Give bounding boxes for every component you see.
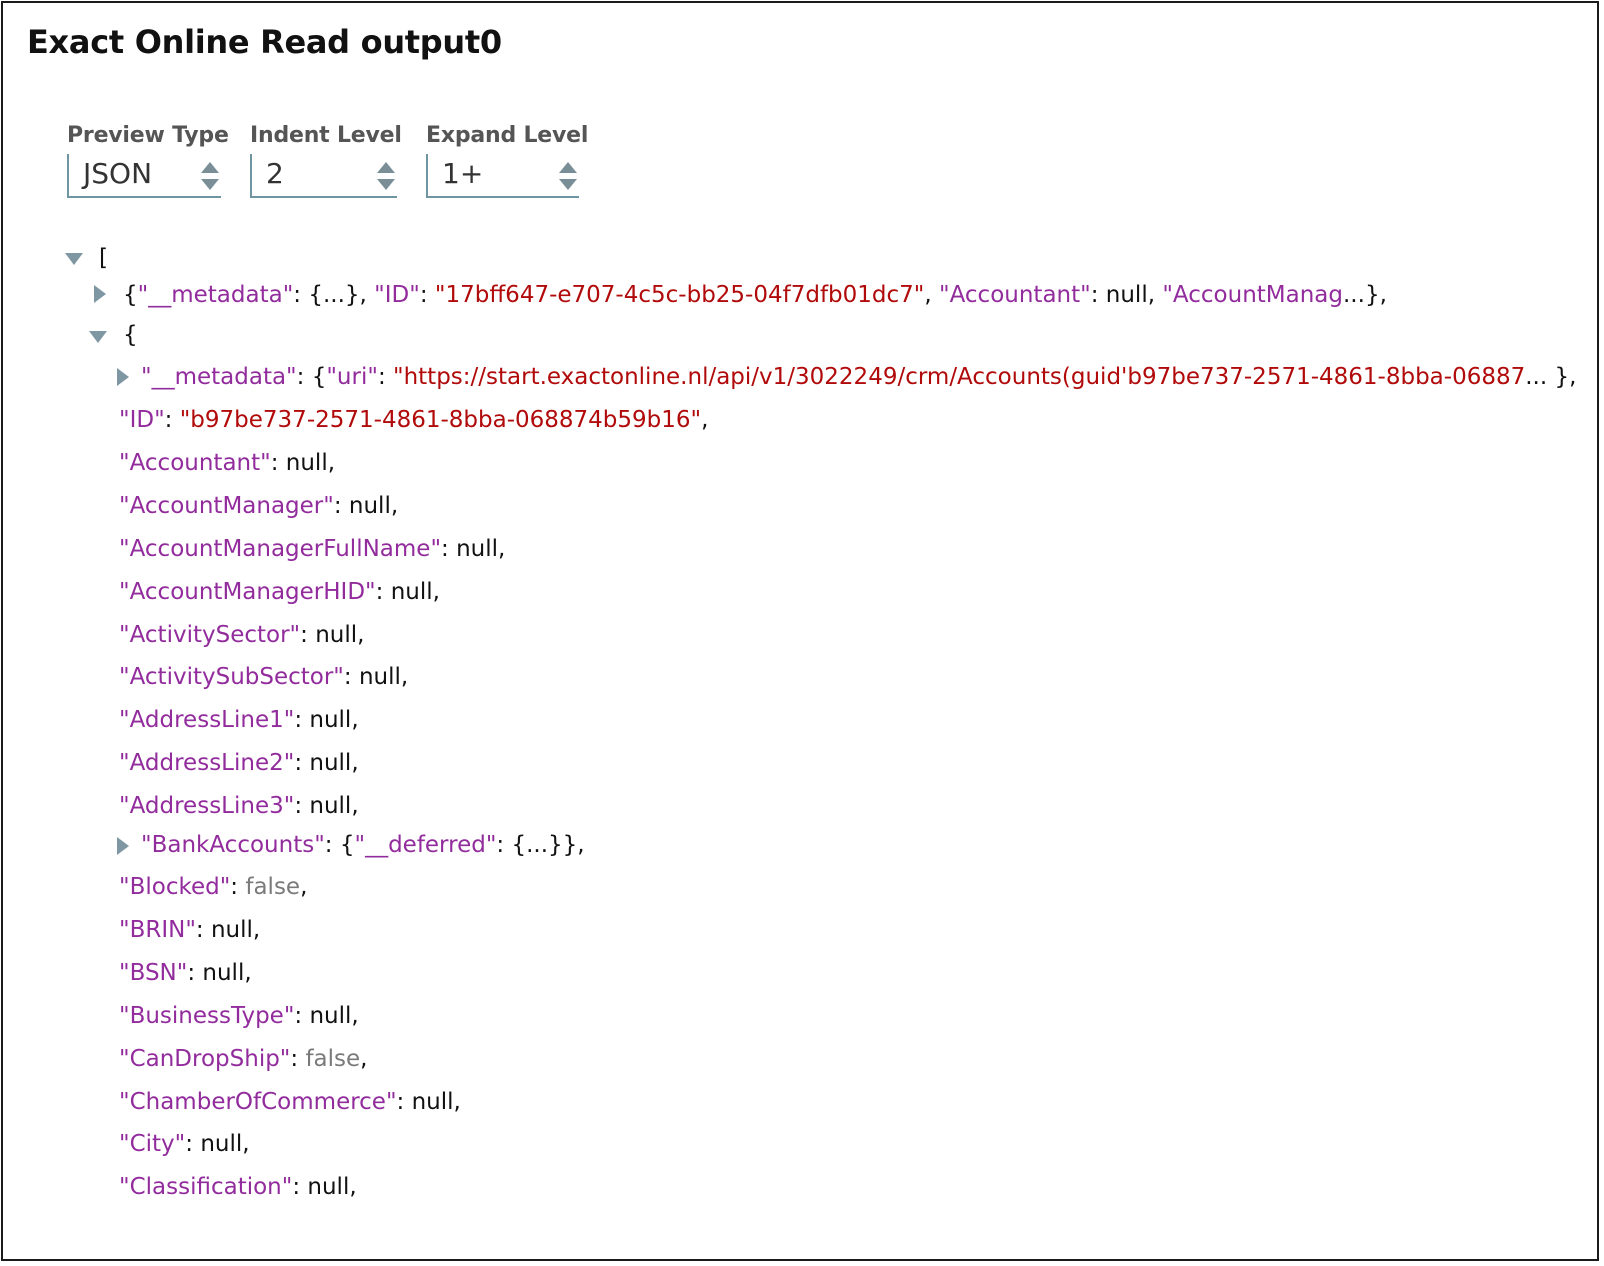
json-field-row: "BusinessType": null, xyxy=(119,1002,359,1029)
json-field-row: "AccountManager": null, xyxy=(119,492,399,519)
panel-title: Exact Online Read output0 xyxy=(27,23,502,61)
expand-toggle-icon[interactable] xyxy=(94,285,106,303)
json-field-row: "CanDropShip": false, xyxy=(119,1045,368,1072)
json-key: "BRIN" xyxy=(119,916,196,943)
json-field-row: "BRIN": null, xyxy=(119,916,261,943)
json-field-row: "AccountManagerFullName": null, xyxy=(119,535,506,562)
json-field-row: "ID": "b97be737-2571-4861-8bba-068874b59… xyxy=(119,407,709,433)
json-value: null xyxy=(456,535,499,562)
indent-level-label: Indent Level xyxy=(250,123,402,148)
json-value: null xyxy=(309,750,352,777)
json-field-row: "Blocked": false, xyxy=(119,874,308,900)
json-value: null xyxy=(411,1088,454,1115)
output-preview-panel: Exact Online Read output0 Preview Type J… xyxy=(1,1,1599,1261)
preview-type-label: Preview Type xyxy=(67,123,229,148)
indent-level-control: Indent Level 2 xyxy=(250,123,402,198)
json-value: null xyxy=(200,1131,243,1158)
json-field-row: "AccountManagerHID": null, xyxy=(119,578,440,605)
json-key: "AccountManager" xyxy=(119,492,334,519)
json-value: null xyxy=(309,1002,352,1029)
select-arrows-icon xyxy=(201,162,219,192)
expand-level-control: Expand Level 1+ xyxy=(426,123,588,198)
expand-level-value: 1+ xyxy=(442,157,484,190)
expand-level-label: Expand Level xyxy=(426,123,589,148)
json-value: null xyxy=(390,578,433,605)
expand-level-select[interactable]: 1+ xyxy=(426,154,579,198)
json-root-open: [ xyxy=(99,245,108,271)
json-field-row: "AddressLine3": null, xyxy=(119,793,359,820)
json-value: null xyxy=(358,664,401,691)
json-value: false xyxy=(305,1045,361,1072)
json-value: null xyxy=(309,793,352,820)
json-key: "ActivitySector" xyxy=(119,621,301,648)
json-field-row: "ActivitySector": null, xyxy=(119,621,365,648)
json-key: "Blocked" xyxy=(119,874,231,900)
indent-level-select[interactable]: 2 xyxy=(250,154,397,198)
preview-type-control: Preview Type JSON xyxy=(67,123,229,198)
json-field-row: "City": null, xyxy=(119,1131,250,1158)
collapse-toggle-icon[interactable] xyxy=(65,253,83,265)
json-key: "City" xyxy=(119,1131,186,1158)
json-value: null xyxy=(285,449,328,476)
json-field-row: "BSN": null, xyxy=(119,959,252,986)
json-field-row: "Classification": null, xyxy=(119,1174,357,1201)
json-value: null xyxy=(210,916,253,943)
json-bankaccounts-row: "BankAccounts": {"__deferred": {...}}, xyxy=(141,832,585,858)
json-value: null xyxy=(309,707,352,734)
json-field-row: "ActivitySubSector": null, xyxy=(119,664,409,691)
preview-type-select[interactable]: JSON xyxy=(67,154,221,198)
select-arrows-icon xyxy=(559,162,577,192)
json-key: "AccountManagerHID" xyxy=(119,578,376,605)
expand-toggle-icon[interactable] xyxy=(117,368,129,386)
preview-type-value: JSON xyxy=(83,157,153,190)
json-value: null xyxy=(348,492,391,519)
json-key: "Classification" xyxy=(119,1174,293,1201)
json-value: null xyxy=(307,1174,350,1201)
select-arrows-icon xyxy=(377,162,395,192)
json-key: "ActivitySubSector" xyxy=(119,664,344,691)
json-key: "AddressLine3" xyxy=(119,793,295,820)
json-field-row: "ChamberOfCommerce": null, xyxy=(119,1088,461,1115)
json-field-row: "AddressLine1": null, xyxy=(119,707,359,734)
json-key: "AccountManagerFullName" xyxy=(119,535,442,562)
json-value: "b97be737-2571-4861-8bba-068874b59b16" xyxy=(179,407,702,433)
json-field-row: "Accountant": null, xyxy=(119,449,336,476)
json-key: "AddressLine1" xyxy=(119,707,295,734)
json-item-open: { xyxy=(123,322,138,348)
json-key: "ID" xyxy=(119,407,165,433)
json-field-row: "AddressLine2": null, xyxy=(119,750,359,777)
json-key: "AddressLine2" xyxy=(119,750,295,777)
json-key: "BSN" xyxy=(119,959,188,986)
json-item-collapsed: {"__metadata": {...}, "ID": "17bff647-e7… xyxy=(123,282,1387,308)
json-key: "ChamberOfCommerce" xyxy=(119,1088,397,1115)
json-metadata-row: "__metadata": {"uri": "https://start.exa… xyxy=(141,364,1577,390)
collapse-toggle-icon[interactable] xyxy=(89,331,107,343)
json-value: null xyxy=(202,959,245,986)
json-value: null xyxy=(315,621,358,648)
json-key: "Accountant" xyxy=(119,449,271,476)
indent-level-value: 2 xyxy=(266,157,284,190)
json-key: "BusinessType" xyxy=(119,1002,295,1029)
expand-toggle-icon[interactable] xyxy=(117,837,129,855)
json-key: "CanDropShip" xyxy=(119,1045,291,1072)
json-value: false xyxy=(245,874,301,900)
